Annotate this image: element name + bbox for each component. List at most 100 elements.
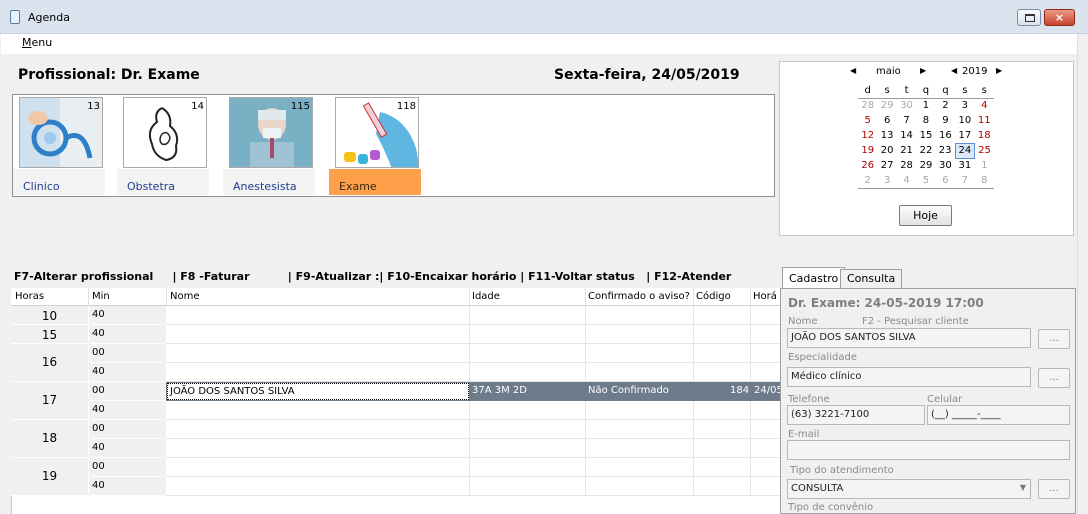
professional-title: Profissional: Dr. Exame xyxy=(18,67,200,83)
appointment-code: 184 xyxy=(730,385,750,396)
calendar-day[interactable]: 21 xyxy=(897,143,916,158)
phone-field[interactable]: (63) 3221-7100 xyxy=(787,405,925,425)
calendar-day[interactable]: 9 xyxy=(936,113,955,128)
professional-card-obstetra[interactable]: 14 Obstetra xyxy=(117,97,209,196)
form-title: Dr. Exame: 24-05-2019 17:00 xyxy=(788,296,984,310)
prev-year-icon[interactable]: ◀ xyxy=(951,66,957,75)
specialty-lookup-button[interactable]: ... xyxy=(1038,368,1070,388)
calendar-day-today[interactable]: 24 xyxy=(954,142,976,159)
service-type-select[interactable]: CONSULTA ▼ xyxy=(787,479,1031,499)
menu-item[interactable]: Menu xyxy=(22,36,52,49)
calendar-day[interactable]: 5 xyxy=(858,113,877,128)
next-year-icon[interactable]: ▶ xyxy=(996,66,1002,75)
email-label: E-mail xyxy=(788,429,820,440)
service-type-value: CONSULTA xyxy=(791,483,844,494)
calendar-day[interactable]: 12 xyxy=(858,128,877,143)
calendar-day[interactable]: 30 xyxy=(936,158,955,173)
calendar-day[interactable]: 19 xyxy=(858,143,877,158)
insurance-type-label: Tipo de convênio xyxy=(788,502,874,513)
tab-cadastro[interactable]: Cadastro xyxy=(782,267,846,289)
calendar-day[interactable]: 4 xyxy=(975,98,994,113)
calendar-day[interactable]: 11 xyxy=(975,113,994,128)
function-keys-bar: F7-Alterar profissional | F8 -Faturar | … xyxy=(14,270,732,283)
service-type-label: Tipo do atendimento xyxy=(790,465,894,476)
hour-cell: 15 xyxy=(11,325,88,344)
appointment-name-cell[interactable]: JOÃO DOS SANTOS SILVA xyxy=(167,383,469,400)
calendar-day[interactable]: 1 xyxy=(975,158,994,173)
hour-cell: 10 xyxy=(11,306,88,325)
calendar-day[interactable]: 15 xyxy=(916,128,935,143)
col-header-confirmado[interactable]: Confirmado o aviso? xyxy=(588,291,690,302)
calendar-day[interactable]: 2 xyxy=(858,173,878,189)
calendar-year[interactable]: 2019 xyxy=(962,66,987,77)
calendar-day[interactable]: 8 xyxy=(916,113,935,128)
calendar-day[interactable]: 20 xyxy=(877,143,896,158)
dow-label: s xyxy=(877,83,897,99)
calendar-day[interactable]: 6 xyxy=(935,173,956,189)
calendar-day[interactable]: 8 xyxy=(974,173,994,189)
hour-cell: 18 xyxy=(11,420,88,458)
window-title: Agenda xyxy=(28,11,70,24)
professional-card-exame[interactable]: 118 Exame xyxy=(329,97,421,196)
email-field[interactable] xyxy=(787,440,1070,460)
cell-label: Celular xyxy=(927,394,963,405)
calendar-month[interactable]: maio xyxy=(876,66,901,77)
blood-tube-icon: 118 xyxy=(335,97,419,168)
search-hint: F2 - Pesquisar cliente xyxy=(862,316,969,327)
calendar-day[interactable]: 26 xyxy=(858,158,877,173)
calendar-day[interactable]: 22 xyxy=(916,143,935,158)
minute-cell: 00 xyxy=(89,382,166,401)
calendar-day[interactable]: 27 xyxy=(877,158,896,173)
calendar-day[interactable]: 25 xyxy=(975,143,994,158)
restore-button[interactable] xyxy=(1017,9,1041,26)
minute-cell: 00 xyxy=(89,458,166,477)
close-button[interactable]: × xyxy=(1044,9,1075,26)
vertical-scrollbar[interactable] xyxy=(1077,34,1088,514)
dow-label: q xyxy=(935,83,956,99)
col-header-horas[interactable]: Horas xyxy=(15,291,44,302)
calendar-day[interactable]: 3 xyxy=(877,173,897,189)
col-header-min[interactable]: Min xyxy=(92,291,110,302)
name-lookup-button[interactable]: ... xyxy=(1038,329,1070,349)
today-button[interactable]: Hoje xyxy=(899,205,952,226)
calendar-day[interactable]: 13 xyxy=(877,128,896,143)
calendar-day[interactable]: 4 xyxy=(896,173,917,189)
calendar-day[interactable]: 28 xyxy=(897,158,916,173)
calendar-day[interactable]: 2 xyxy=(936,98,955,113)
calendar-day[interactable]: 28 xyxy=(858,98,877,113)
professional-card-anestesista[interactable]: 115 Anestesista xyxy=(223,97,315,196)
calendar-day[interactable]: 29 xyxy=(877,98,896,113)
hour-cell: 17 xyxy=(11,382,88,420)
service-lookup-button[interactable]: ... xyxy=(1038,479,1070,499)
specialty-field[interactable]: Médico clínico xyxy=(787,367,1031,387)
calendar-day[interactable]: 30 xyxy=(897,98,916,113)
calendar-day[interactable]: 1 xyxy=(916,98,935,113)
calendar-day[interactable]: 16 xyxy=(936,128,955,143)
calendar-day[interactable]: 10 xyxy=(955,113,974,128)
calendar-day[interactable]: 6 xyxy=(877,113,896,128)
calendar-day[interactable]: 17 xyxy=(955,128,974,143)
col-header-idade[interactable]: Idade xyxy=(472,291,500,302)
col-header-horario[interactable]: Horá xyxy=(753,291,777,302)
minute-cell: 00 xyxy=(89,344,166,363)
calendar-day[interactable]: 18 xyxy=(975,128,994,143)
professional-card-clinico[interactable]: 13 Clinico xyxy=(13,97,105,196)
name-field[interactable]: JOÃO DOS SANTOS SILVA xyxy=(787,328,1031,348)
minute-cell: 40 xyxy=(89,363,166,382)
col-header-nome[interactable]: Nome xyxy=(170,291,200,302)
col-header-codigo[interactable]: Código xyxy=(696,291,731,302)
calendar-day[interactable]: 31 xyxy=(955,158,974,173)
next-month-icon[interactable]: ▶ xyxy=(920,66,926,75)
prev-month-icon[interactable]: ◀ xyxy=(850,66,856,75)
calendar-day[interactable]: 7 xyxy=(955,173,975,189)
calendar-day[interactable]: 14 xyxy=(897,128,916,143)
calendar-day[interactable]: 29 xyxy=(916,158,935,173)
appointment-confirmation: Não Confirmado xyxy=(588,385,669,396)
minute-cell: 00 xyxy=(89,420,166,439)
calendar-day[interactable]: 3 xyxy=(955,98,974,113)
calendar-day[interactable]: 23 xyxy=(936,143,955,158)
tab-consulta[interactable]: Consulta xyxy=(840,269,903,288)
calendar-day[interactable]: 7 xyxy=(897,113,916,128)
calendar-day[interactable]: 5 xyxy=(916,173,936,189)
cell-field[interactable]: (__) _____-____ xyxy=(927,405,1070,425)
